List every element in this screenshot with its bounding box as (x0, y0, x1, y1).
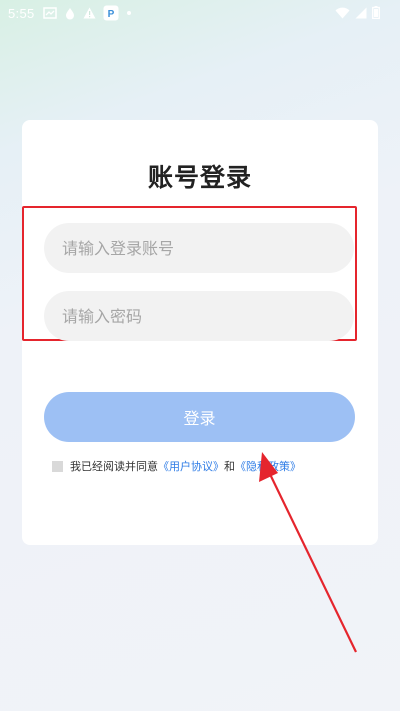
wifi-icon (335, 7, 350, 19)
drip-icon (64, 7, 76, 20)
svg-text:P: P (107, 9, 114, 20)
page-title: 账号登录 (147, 163, 252, 192)
privacy-policy-link[interactable]: 《隐私政策》 (235, 458, 301, 474)
dot-icon (126, 10, 132, 16)
login-card: 账号登录 登录 我已经阅读并同意 《用户协议》 和 《隐私政策》 (22, 120, 378, 545)
warning-icon (83, 7, 96, 19)
screenshot-icon (42, 7, 57, 19)
user-agreement-link[interactable]: 《用户协议》 (158, 458, 224, 474)
password-input[interactable] (44, 291, 354, 341)
agreement-prefix: 我已经阅读并同意 (70, 460, 158, 473)
agreement-conjunction: 和 (224, 460, 235, 473)
status-bar: 5:55 P (0, 0, 400, 26)
app-notification-icon: P (103, 5, 119, 21)
login-button[interactable]: 登录 (44, 392, 355, 442)
agreement-row: 我已经阅读并同意 《用户协议》 和 《隐私政策》 (52, 458, 301, 474)
agreement-checkbox[interactable] (52, 460, 63, 472)
signal-icon (355, 7, 367, 19)
account-input[interactable] (44, 223, 354, 273)
status-time: 5:55 (8, 5, 35, 21)
battery-icon (372, 6, 380, 19)
